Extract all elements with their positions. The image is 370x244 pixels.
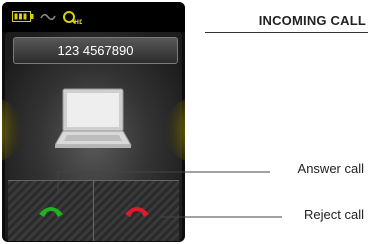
answer-call-label: Answer call — [297, 161, 364, 176]
reject-call-label: Reject call — [304, 207, 364, 222]
